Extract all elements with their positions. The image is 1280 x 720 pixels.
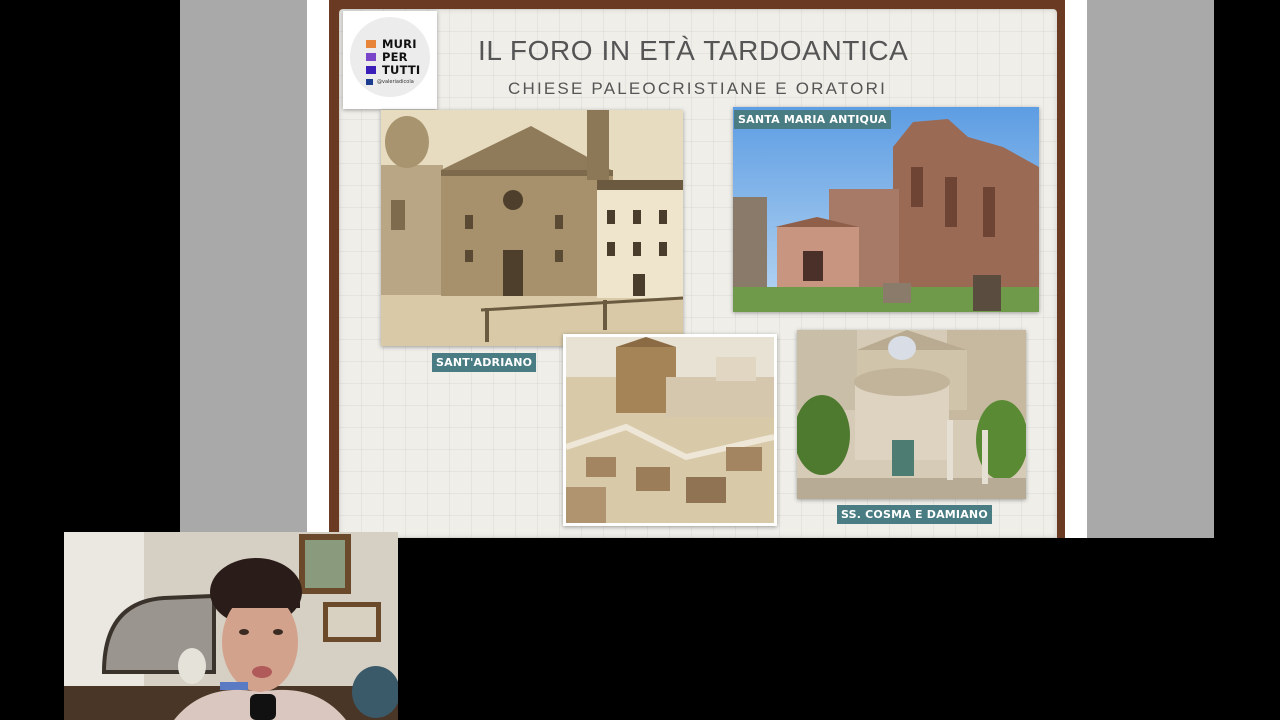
logo-word-tutti: TUTTI	[382, 63, 421, 77]
logo-orange-square	[366, 40, 376, 48]
logo-line-2: PER	[366, 51, 408, 63]
santa-maria-antiqua-caption: SANTA MARIA ANTIQUA	[734, 110, 891, 129]
slide-title: IL FORO IN ETÀ TARDOANTICA	[478, 35, 909, 66]
presenter-webcam	[64, 532, 398, 720]
sant-adriano-caption: SANT'ADRIANO	[432, 353, 537, 372]
muri-per-tutti-logo: MURI PER TUTTI @valeriadicola	[343, 11, 437, 109]
forum-reconstruction-photo	[563, 334, 777, 526]
sant-adriano-photo	[381, 110, 683, 346]
logo-blue-square	[366, 79, 373, 85]
logo-violet-square	[366, 66, 376, 74]
santa-maria-antiqua-photo: SANTA MARIA ANTIQUA	[733, 107, 1039, 312]
logo-purple-square	[366, 53, 376, 61]
logo-handle-text: @valeriadicola	[377, 79, 414, 85]
logo-word-muri: MURI	[382, 37, 417, 51]
logo-handle: @valeriadicola	[366, 79, 414, 85]
cosma-damiano-photo	[797, 330, 1026, 499]
logo-line-1: MURI	[366, 38, 417, 50]
cosma-damiano-caption: SS. COSMA E DAMIANO	[837, 505, 992, 524]
logo-word-per: PER	[382, 50, 408, 64]
logo-line-3: TUTTI	[366, 64, 420, 76]
slide-subtitle: CHIESE PALEOCRISTIANE E ORATORI	[508, 79, 887, 98]
